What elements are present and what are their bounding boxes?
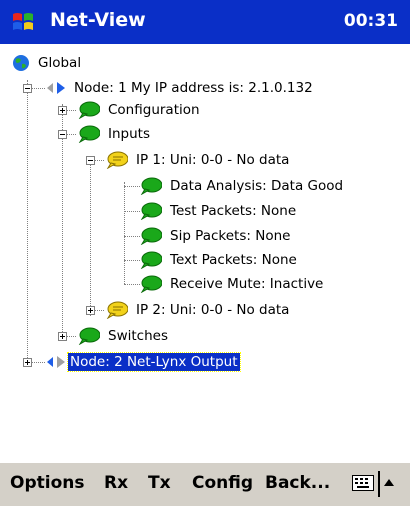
tree-item-label: Node: 2 Net-Lynx Output (67, 352, 241, 372)
tree-item-test-packets[interactable]: Test Packets: None (140, 200, 298, 222)
tree-item-label: Global (38, 55, 82, 71)
collapse-node1-toggle[interactable] (23, 84, 32, 93)
clock[interactable]: 00:31 (344, 11, 398, 31)
menu-options[interactable]: Options (10, 473, 84, 493)
green-bubble-icon (78, 125, 100, 143)
green-bubble-icon (140, 275, 162, 293)
tree-item-ip1[interactable]: IP 1: Uni: 0-0 - No data (106, 149, 291, 171)
tree-item-text-packets[interactable]: Text Packets: None (140, 249, 299, 271)
yellow-bubble-icon (106, 151, 128, 169)
tree-item-label: Text Packets: None (170, 252, 297, 268)
tree-item-label: Data Analysis: Data Good (170, 178, 344, 194)
windows-start-icon[interactable] (10, 9, 36, 35)
menu-config[interactable]: Config (192, 473, 253, 493)
tree-connector (90, 156, 91, 316)
input-panel-divider (378, 471, 380, 497)
expand-configuration-toggle[interactable] (58, 106, 67, 115)
tree-connector (27, 80, 28, 364)
menu-rx[interactable]: Rx (104, 473, 128, 493)
tree-item-global[interactable]: Global (12, 52, 83, 74)
tree-connector (124, 236, 140, 237)
node-arrows-icon (47, 82, 65, 94)
yellow-bubble-icon (106, 301, 128, 319)
tree-view: Global Node: 1 My IP address is: 2.1.0.1… (0, 44, 410, 462)
green-bubble-icon (140, 227, 162, 245)
tree-item-node1[interactable]: Node: 1 My IP address is: 2.1.0.132 (46, 77, 315, 99)
tree-item-sip-packets[interactable]: Sip Packets: None (140, 225, 292, 247)
green-bubble-icon (140, 251, 162, 269)
tree-item-label: Configuration (108, 102, 200, 118)
tree-item-label: Node: 1 My IP address is: 2.1.0.132 (74, 80, 313, 96)
green-bubble-icon (78, 101, 100, 119)
tree-item-label: Switches (108, 328, 168, 344)
node-arrows-icon (47, 356, 65, 368)
tree-item-label: IP 1: Uni: 0-0 - No data (136, 152, 290, 168)
up-arrow-icon[interactable] (384, 479, 394, 486)
green-bubble-icon (140, 202, 162, 220)
menu-back[interactable]: Back... (265, 473, 330, 493)
menu-bar: Options Rx Tx Config Back... (0, 462, 410, 506)
collapse-ip1-toggle[interactable] (86, 156, 95, 165)
tree-connector (124, 186, 140, 187)
tree-connector (124, 284, 140, 285)
tree-item-switches[interactable]: Switches (78, 325, 170, 347)
expand-ip2-toggle[interactable] (86, 306, 95, 315)
keyboard-icon[interactable] (352, 475, 374, 491)
tree-item-data-analysis[interactable]: Data Analysis: Data Good (140, 175, 345, 197)
tree-item-label: Test Packets: None (170, 203, 297, 219)
app-title: Net-View (50, 9, 146, 31)
tree-item-inputs[interactable]: Inputs (78, 123, 152, 145)
expand-switches-toggle[interactable] (58, 332, 67, 341)
tree-item-node2[interactable]: Node: 2 Net-Lynx Output (46, 351, 241, 373)
tree-item-label: Receive Mute: Inactive (170, 276, 324, 292)
tree-item-ip2[interactable]: IP 2: Uni: 0-0 - No data (106, 299, 291, 321)
tree-item-label: Sip Packets: None (170, 228, 291, 244)
tree-item-label: IP 2: Uni: 0-0 - No data (136, 302, 290, 318)
green-bubble-icon (78, 327, 100, 345)
tree-item-receive-mute[interactable]: Receive Mute: Inactive (140, 273, 325, 295)
expand-node2-toggle[interactable] (23, 358, 32, 367)
title-bar: Net-View 00:31 (0, 0, 410, 44)
globe-icon (13, 55, 29, 71)
tree-item-configuration[interactable]: Configuration (78, 99, 202, 121)
tree-connector (124, 260, 140, 261)
green-bubble-icon (140, 177, 162, 195)
tree-item-label: Inputs (108, 126, 150, 142)
collapse-inputs-toggle[interactable] (58, 130, 67, 139)
tree-connector (124, 182, 125, 284)
menu-tx[interactable]: Tx (148, 473, 171, 493)
tree-connector (124, 211, 140, 212)
